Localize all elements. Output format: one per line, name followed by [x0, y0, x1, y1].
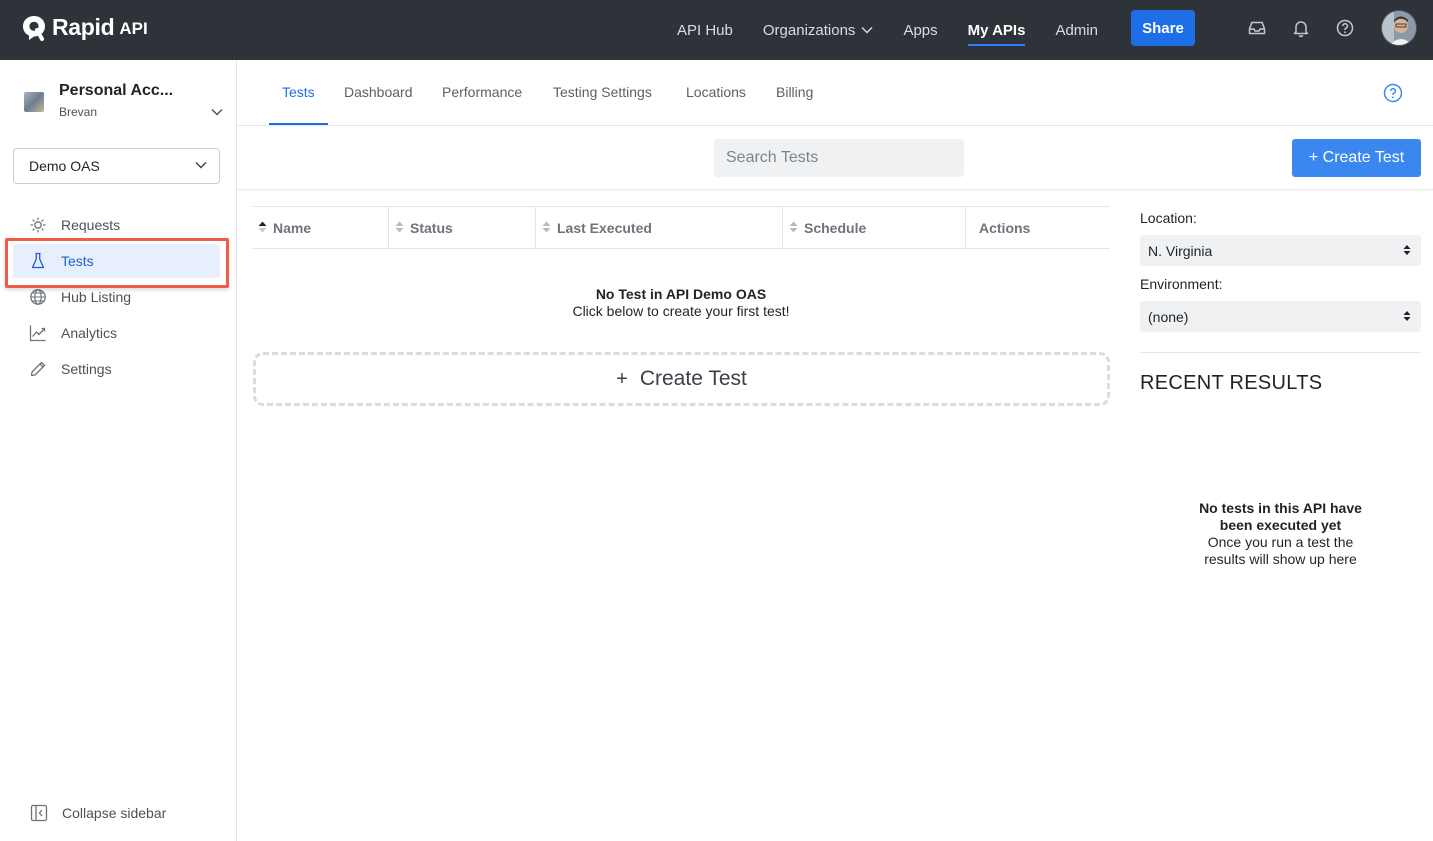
sidebar-item-analytics[interactable]: Analytics — [13, 316, 220, 350]
sort-icon — [258, 221, 267, 233]
column-header-actions: Actions — [966, 207, 1110, 248]
requests-icon — [30, 217, 46, 233]
sidebar-item-requests[interactable]: Requests — [13, 208, 220, 242]
highlight-annotation — [5, 238, 229, 288]
nav-api-hub-label: API Hub — [677, 21, 733, 39]
empty-tests-title: No Test in API Demo OAS — [595, 286, 767, 302]
brand-suffix: API — [119, 19, 148, 38]
sidebar-item-label: Requests — [61, 217, 121, 233]
sidebar-item-label: Hub Listing — [61, 289, 132, 305]
tab-testing-settings[interactable]: Testing Settings — [553, 60, 652, 124]
column-header-name[interactable]: Name — [252, 207, 389, 248]
sidebar-item-label: Analytics — [61, 325, 118, 341]
nav-organizations[interactable]: Organizations — [763, 0, 874, 60]
nav-admin[interactable]: Admin — [1055, 0, 1098, 60]
environment-label: Environment: — [1140, 276, 1223, 292]
pencil-icon — [30, 361, 46, 377]
tab-tests[interactable]: Tests — [269, 60, 328, 125]
plus-icon: + — [616, 367, 628, 390]
recent-results-title: RECENT RESULTS — [1140, 372, 1323, 394]
nav-api-hub[interactable]: API Hub — [677, 0, 733, 60]
select-arrows-icon — [1403, 245, 1411, 255]
globe-icon — [30, 289, 46, 305]
chart-icon — [29, 325, 46, 342]
help-icon[interactable] — [1383, 83, 1403, 103]
rapidapi-logo-icon — [23, 15, 45, 41]
tests-toolbar: + Create Test — [237, 126, 1433, 190]
recent-empty-sub-line1: Once you run a test the — [1207, 534, 1354, 550]
column-header-last-executed[interactable]: Last Executed — [536, 207, 783, 248]
sort-icon — [789, 221, 798, 233]
empty-tests-message: No Test in API Demo OAS Click below to c… — [252, 286, 1110, 320]
collapse-sidebar-label: Collapse sidebar — [62, 805, 167, 821]
main-nav: API Hub Organizations Apps My APIs Admin — [662, 0, 1113, 60]
chevron-down-icon — [211, 109, 223, 116]
collapse-sidebar-button[interactable]: Collapse sidebar — [30, 804, 166, 822]
column-header-label: Name — [273, 219, 312, 236]
recent-empty-sub-line2: results will show up here — [1204, 551, 1357, 567]
account-name: Personal Acc... — [59, 82, 174, 99]
location-label: Location: — [1140, 210, 1197, 226]
column-header-label: Status — [410, 219, 453, 236]
create-test-label: Create Test — [639, 367, 747, 390]
search-tests-input[interactable] — [714, 139, 964, 177]
share-button[interactable]: Share — [1131, 10, 1195, 46]
api-select[interactable]: Demo OAS — [13, 148, 220, 184]
sidebar-item-settings[interactable]: Settings — [13, 352, 220, 386]
location-select-value: N. Virginia — [1148, 242, 1213, 259]
bell-icon[interactable] — [1291, 18, 1311, 38]
column-header-schedule[interactable]: Schedule — [783, 207, 966, 248]
recent-empty-title-line1: No tests in this API have — [1199, 500, 1362, 516]
tab-billing[interactable]: Billing — [776, 60, 813, 124]
chevron-down-icon — [195, 162, 207, 169]
nav-apps-label: Apps — [903, 21, 938, 39]
tests-table-header: Name Status Last Executed Schedule Actio… — [252, 206, 1110, 249]
column-header-status[interactable]: Status — [389, 207, 536, 248]
nav-my-apis[interactable]: My APIs — [967, 0, 1026, 60]
environment-select-value: (none) — [1148, 308, 1189, 325]
api-select-value: Demo OAS — [29, 158, 100, 174]
tab-performance[interactable]: Performance — [442, 60, 522, 124]
sort-icon — [542, 221, 551, 233]
column-header-label: Last Executed — [557, 219, 652, 236]
nav-apps[interactable]: Apps — [903, 0, 937, 60]
sidebar: Personal Acc... Brevan Demo OAS Requests… — [0, 60, 237, 841]
select-arrows-icon — [1403, 311, 1411, 321]
account-avatar — [24, 92, 44, 112]
account-user: Brevan — [59, 105, 98, 119]
tab-bar: Tests Dashboard Performance Testing Sett… — [237, 60, 1433, 126]
recent-empty-title-line2: been executed yet — [1219, 517, 1342, 533]
column-header-label: Actions — [979, 219, 1031, 236]
account-switcher[interactable]: Personal Acc... Brevan — [24, 82, 223, 119]
environment-select[interactable]: (none) — [1140, 301, 1421, 332]
inbox-icon[interactable] — [1247, 18, 1267, 38]
collapse-sidebar-icon — [30, 804, 48, 822]
create-test-button[interactable]: + Create Test — [1292, 139, 1421, 177]
nav-organizations-label: Organizations — [762, 21, 856, 39]
user-avatar[interactable] — [1381, 10, 1417, 46]
top-navbar: Rapid API API Hub Organizations Apps My … — [0, 0, 1433, 60]
column-header-label: Schedule — [804, 219, 867, 236]
recent-results-empty: No tests in this API have been executed … — [1140, 500, 1421, 568]
nav-admin-label: Admin — [1055, 21, 1098, 39]
tab-dashboard[interactable]: Dashboard — [344, 60, 413, 124]
help-icon[interactable] — [1335, 18, 1355, 38]
location-select[interactable]: N. Virginia — [1140, 235, 1421, 266]
tab-locations[interactable]: Locations — [686, 60, 746, 124]
sort-icon — [395, 221, 404, 233]
divider — [1140, 352, 1421, 353]
sidebar-item-label: Settings — [61, 361, 112, 377]
brand-name: Rapid — [52, 14, 115, 40]
nav-my-apis-label: My APIs — [967, 21, 1026, 39]
chevron-down-icon — [861, 27, 873, 34]
avatar-image — [1382, 11, 1416, 45]
create-test-dropzone-button[interactable]: + Create Test — [253, 352, 1110, 406]
rapidapi-logo[interactable]: Rapid API — [22, 14, 148, 41]
empty-tests-subtitle: Click below to create your first test! — [572, 303, 790, 319]
